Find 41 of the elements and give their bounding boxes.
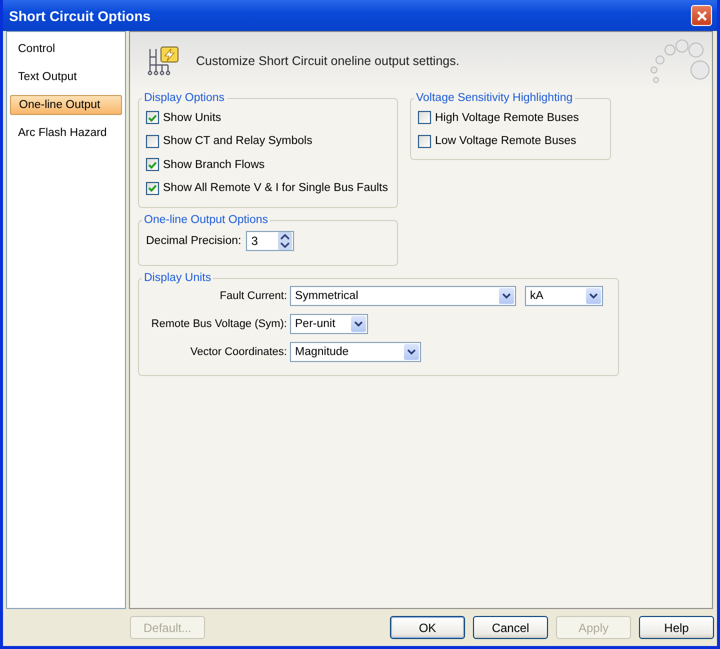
- checkbox[interactable]: [146, 158, 159, 172]
- dialog-button[interactable]: Help: [639, 616, 714, 639]
- dialog-button[interactable]: OK: [390, 616, 465, 639]
- chevron-icon: [407, 349, 416, 355]
- dropdown[interactable]: kA: [525, 286, 603, 306]
- header-text: Customize Short Circuit oneline output settings.: [196, 54, 460, 68]
- dialog-button[interactable]: Cancel: [473, 616, 548, 639]
- checkbox-label: High Voltage Remote Buses: [435, 112, 579, 124]
- chevron-icon: [354, 321, 363, 327]
- dropdown[interactable]: Per-unit: [290, 314, 368, 334]
- chevron-icon: [589, 293, 598, 299]
- sidebar-item[interactable]: Arc Flash Hazard: [10, 123, 122, 143]
- checkbox-label: Show Branch Flows: [163, 158, 265, 171]
- field-label: Remote Bus Voltage (Sym):: [150, 318, 287, 330]
- checkbox[interactable]: [418, 111, 431, 124]
- chevron-icon: [502, 293, 511, 299]
- sidebar-item[interactable]: One-line Output: [10, 95, 122, 115]
- dropdown[interactable]: Symmetrical: [290, 286, 516, 306]
- close-icon: [696, 10, 708, 22]
- sidebar-item[interactable]: Text Output: [10, 67, 122, 87]
- checkbox-label: Low Voltage Remote Buses: [435, 135, 576, 148]
- checkbox[interactable]: [418, 134, 431, 148]
- group-title: Display Units: [143, 272, 212, 284]
- checkbox[interactable]: [146, 111, 159, 124]
- group-title: Display Options: [143, 92, 226, 104]
- dropdown[interactable]: Magnitude: [290, 342, 421, 362]
- checkbox[interactable]: [146, 134, 159, 148]
- group-title: Voltage Sensitivity Highlighting: [415, 92, 574, 104]
- field-label: Decimal Precision:: [146, 235, 242, 247]
- spin-arrows-icon[interactable]: [278, 232, 292, 250]
- checkbox-label: Show All Remote V & I for Single Bus Faults: [163, 182, 388, 194]
- field-label: Vector Coordinates:: [189, 346, 287, 358]
- spin-field[interactable]: 3: [246, 231, 294, 251]
- sidebar-item[interactable]: Control: [10, 39, 122, 59]
- checkbox-label: Show CT and Relay Symbols: [163, 135, 312, 148]
- window-title: Short Circuit Options: [9, 8, 151, 24]
- field-label: Fault Current:: [218, 290, 287, 302]
- checkbox-label: Show Units: [163, 112, 222, 124]
- group-title: One-line Output Options: [143, 214, 270, 226]
- checkbox[interactable]: [146, 182, 159, 195]
- close-button[interactable]: [691, 5, 712, 26]
